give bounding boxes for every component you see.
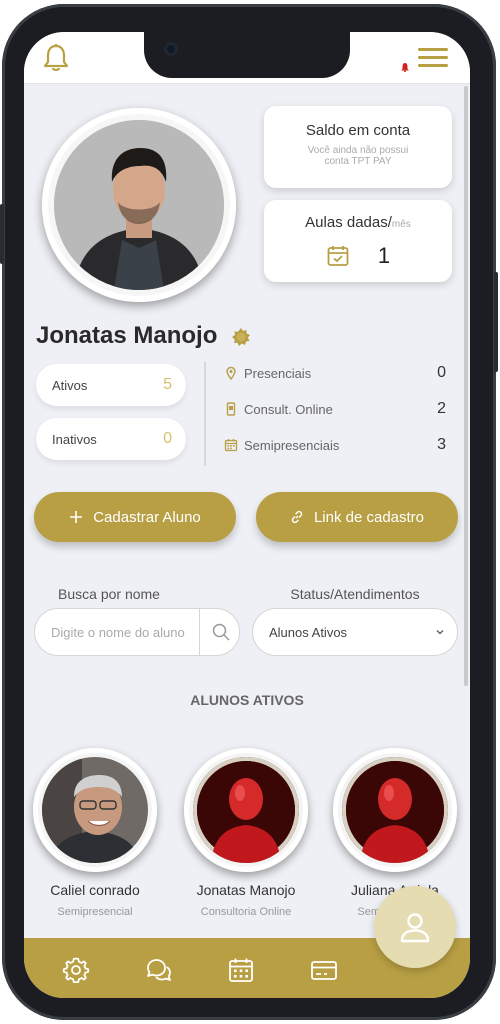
balance-subtitle-line: conta TPT PAY — [324, 156, 392, 167]
balance-card-title: Saldo em conta — [305, 122, 411, 139]
student-avatar-placeholder — [193, 757, 299, 863]
student-type: Consultoria Online — [200, 906, 292, 918]
inactive-counter-value: 0 — [163, 430, 172, 447]
student-name: Jonatas Manojo — [196, 882, 296, 898]
user-profile-icon — [400, 913, 430, 943]
search-label: Busca por nome — [58, 586, 160, 602]
link-icon — [291, 510, 303, 524]
phone-side-button — [494, 272, 498, 372]
active-students-heading: ALUNOS ATIVOS — [190, 692, 304, 708]
calendar-icon — [224, 439, 238, 452]
inactive-counter-label: Inativos — [52, 431, 97, 447]
location-pin-icon — [226, 366, 236, 380]
search-field — [34, 608, 240, 656]
profile-fab-button[interactable] — [374, 886, 456, 968]
app-screen: Saldo em conta Você ainda não possui con… — [24, 32, 470, 998]
menu-line — [418, 48, 448, 51]
bell-icon[interactable] — [40, 42, 72, 74]
register-student-button[interactable]: Cadastrar Aluno — [34, 492, 236, 542]
front-camera — [164, 42, 178, 56]
settings-gear-icon[interactable] — [62, 956, 90, 984]
calendar-check-icon — [327, 246, 349, 266]
student-avatar-ring — [333, 748, 457, 872]
stats-divider — [204, 362, 206, 466]
classes-count-row: 1 — [264, 243, 452, 269]
student-card[interactable]: Jonatas Manojo Consultoria Online — [183, 748, 309, 918]
stat-value: 3 — [437, 436, 446, 453]
balance-card-subtitle: Você ainda não possui conta TPT PAY — [264, 145, 452, 167]
balance-subtitle-line: Você ainda não possui — [307, 145, 409, 156]
phone-icon — [226, 402, 236, 416]
menu-line — [418, 56, 448, 59]
profile-photo-illustration — [54, 120, 224, 290]
search-button[interactable] — [199, 609, 239, 655]
hamburger-menu-icon[interactable] — [418, 48, 448, 70]
student-avatar-ring — [33, 748, 157, 872]
plus-icon — [70, 511, 83, 523]
profile-avatar[interactable] — [54, 120, 224, 290]
notification-alert-icon — [401, 63, 409, 72]
stat-label: Semipresenciais — [244, 437, 340, 453]
register-student-label: Cadastrar Aluno — [93, 508, 201, 526]
active-students-counter[interactable]: Ativos 5 — [36, 364, 186, 406]
account-balance-card[interactable]: Saldo em conta Você ainda não possui con… — [264, 106, 452, 188]
menu-line — [418, 64, 448, 67]
stat-value: 2 — [437, 400, 446, 417]
status-filter-select[interactable]: Alunos Ativos — [252, 608, 458, 656]
phone-frame: Saldo em conta Você ainda não possui con… — [0, 4, 498, 1020]
chat-icon[interactable] — [144, 956, 172, 984]
stat-presenciais: Presenciais 0 — [224, 364, 446, 382]
classes-count: 1 — [377, 243, 391, 268]
verified-badge-icon — [232, 328, 250, 346]
active-counter-label: Ativos — [52, 377, 88, 393]
stat-label: Presenciais — [244, 365, 312, 381]
status-filter-label: Status/Atendimentos — [290, 586, 420, 602]
classes-card-title-text: Aulas dadas/ — [305, 214, 392, 231]
profile-name: Jonatas Manojo — [36, 322, 218, 349]
active-counter-value: 5 — [163, 376, 172, 393]
stat-consult-online: Consult. Online 2 — [224, 400, 446, 418]
classes-card-period: mês — [391, 219, 411, 230]
classes-card-title: Aulas dadas/mês — [264, 214, 452, 231]
stat-value: 0 — [437, 364, 446, 381]
chevron-down-icon — [436, 630, 444, 635]
student-avatar-ring — [184, 748, 308, 872]
student-card[interactable]: Caliel conrado Semipresencial — [32, 748, 158, 918]
status-filter-selected: Alunos Ativos — [269, 624, 348, 640]
phone-notch — [144, 32, 350, 78]
student-name: Caliel conrado — [50, 882, 140, 898]
default-avatar-icon — [346, 761, 444, 863]
student-type: Semipresencial — [57, 906, 133, 918]
default-avatar-icon — [197, 761, 295, 863]
search-input[interactable] — [35, 609, 199, 655]
inactive-students-counter[interactable]: Inativos 0 — [36, 418, 186, 460]
scrollbar[interactable] — [464, 86, 468, 686]
registration-link-button[interactable]: Link de cadastro — [256, 492, 458, 542]
student-avatar-placeholder — [342, 757, 448, 863]
stat-semipresenciais: Semipresenciais 3 — [224, 436, 446, 454]
phone-side-button — [0, 204, 4, 264]
classes-given-card[interactable]: Aulas dadas/mês 1 — [264, 200, 452, 282]
calendar-icon[interactable] — [227, 956, 255, 984]
student-avatar — [42, 757, 148, 863]
payment-card-icon[interactable] — [310, 956, 338, 984]
search-icon — [212, 623, 230, 641]
student-photo-illustration — [42, 757, 148, 863]
registration-link-label: Link de cadastro — [313, 508, 425, 526]
stat-label: Consult. Online — [244, 401, 333, 417]
